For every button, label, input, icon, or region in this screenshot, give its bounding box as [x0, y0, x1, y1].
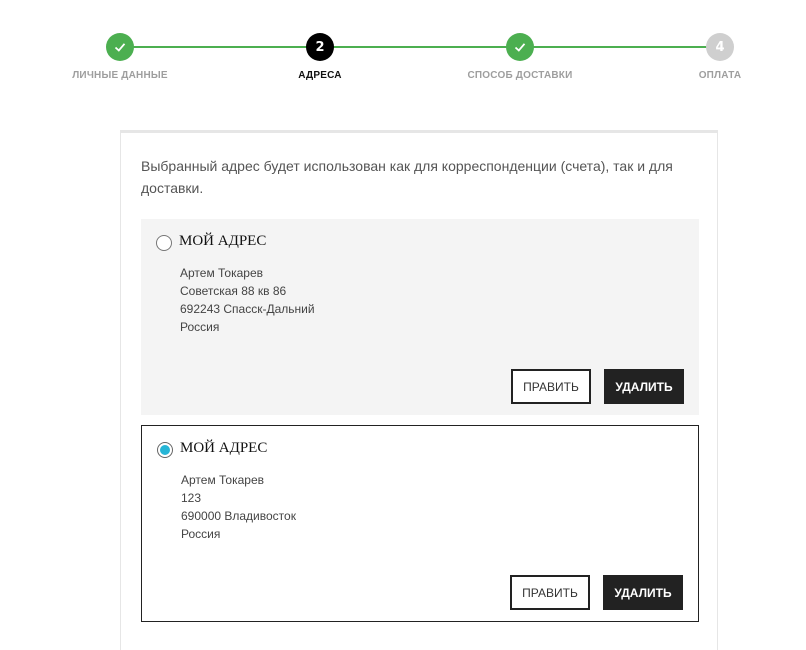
step-personal-data[interactable]: ЛИЧНЫЕ ДАННЫЕ: [40, 33, 200, 81]
step-4-circle: 4: [706, 33, 734, 61]
step-addresses[interactable]: 2 АДРЕСА: [240, 33, 400, 81]
address-recipient: Артем Токарев: [180, 266, 264, 280]
address-intro-text: Выбранный адрес будет использован как дл…: [141, 158, 673, 196]
checkout-stepper: ЛИЧНЫЕ ДАННЫЕ 2 АДРЕСА СПОСОБ ДОСТАВКИ 4…: [0, 0, 806, 100]
step-2-circle: 2: [306, 33, 334, 61]
address-street: Советская 88 кв 86: [180, 284, 287, 298]
step-payment[interactable]: 4 ОПЛАТА: [640, 33, 800, 81]
check-icon: [114, 43, 126, 52]
check-icon: [514, 43, 526, 52]
address-lines: Артем Токарев Советская 88 кв 86 692243 …: [180, 264, 315, 336]
address-city: 692243 Спасск-Дальний: [180, 302, 315, 316]
step-2-label: АДРЕСА: [298, 70, 342, 81]
address-country: Россия: [180, 320, 220, 334]
delete-address-button[interactable]: УДАЛИТЬ: [604, 369, 684, 404]
address-street: 123: [181, 491, 202, 505]
edit-address-button[interactable]: ПРАВИТЬ: [511, 369, 591, 404]
address-country: Россия: [181, 527, 221, 541]
address-card[interactable]: МОЙ АДРЕС Артем Токарев Советская 88 кв …: [141, 219, 699, 415]
step-1-circle: [106, 33, 134, 61]
stepper-connector-line: [120, 46, 720, 48]
step-delivery-method[interactable]: СПОСОБ ДОСТАВКИ: [440, 33, 600, 81]
address-title: МОЙ АДРЕС: [179, 233, 267, 249]
address-recipient: Артем Токарев: [181, 473, 265, 487]
address-title: МОЙ АДРЕС: [180, 440, 268, 456]
address-radio[interactable]: [156, 235, 172, 251]
address-lines: Артем Токарев 123 690000 Владивосток Рос…: [181, 471, 296, 543]
address-card-selected[interactable]: МОЙ АДРЕС Артем Токарев 123 690000 Влади…: [141, 425, 699, 622]
delete-address-button[interactable]: УДАЛИТЬ: [603, 575, 683, 610]
step-4-label: ОПЛАТА: [698, 70, 742, 81]
step-3-circle: [506, 33, 534, 61]
edit-address-button[interactable]: ПРАВИТЬ: [510, 575, 590, 610]
step-3-label: СПОСОБ ДОСТАВКИ: [467, 70, 573, 81]
address-panel: Выбранный адрес будет использован как дл…: [120, 130, 718, 650]
address-city: 690000 Владивосток: [181, 509, 296, 523]
step-1-label: ЛИЧНЫЕ ДАННЫЕ: [72, 70, 168, 81]
address-radio-selected[interactable]: [157, 442, 173, 458]
